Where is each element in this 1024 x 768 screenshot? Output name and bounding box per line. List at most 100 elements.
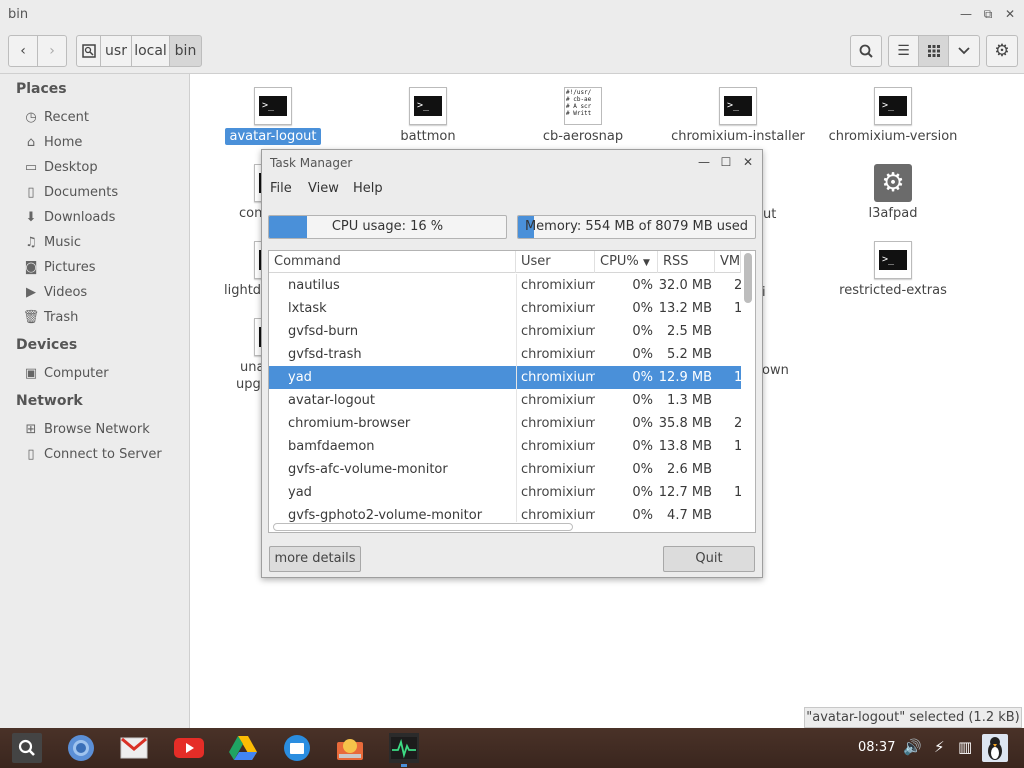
table-row[interactable]: yad chromixium 0% 12.7 MB 1	[269, 481, 741, 504]
minimize-icon[interactable]: —	[696, 154, 712, 170]
gear-icon: ⚙	[874, 164, 912, 202]
file-item[interactable]: ⚙ l3afpad	[815, 151, 971, 229]
file-item[interactable]: >_ avatar-logout	[195, 74, 351, 152]
sidebar-item-downloads[interactable]: ⬇ Downloads	[24, 206, 116, 228]
sidebar-item-label: Music	[44, 234, 81, 250]
table-row[interactable]: gvfs-afc-volume-monitor chromixium 0% 2.6 M…	[269, 458, 741, 481]
clock[interactable]: 08:37	[858, 740, 895, 755]
sidebar-item-label: Browse Network	[44, 421, 150, 437]
chevron-left-icon: ‹	[20, 43, 26, 59]
menu-file[interactable]: File	[270, 181, 292, 196]
drive-button[interactable]	[228, 733, 258, 763]
sidebar-item-label: Videos	[44, 284, 88, 300]
back-button[interactable]: ‹	[8, 35, 38, 67]
sidebar-item-home[interactable]: ⌂ Home	[24, 131, 83, 153]
file-name: avatar-logout	[225, 128, 321, 145]
quit-button[interactable]: Quit	[663, 546, 755, 572]
cell-command: gvfsd-burn	[288, 324, 359, 339]
close-icon[interactable]: ✕	[740, 154, 756, 170]
task-manager-button[interactable]	[389, 733, 419, 763]
terminal-icon: >_	[719, 87, 757, 125]
breadcrumb-usr[interactable]: usr	[100, 35, 132, 67]
table-row[interactable]: yad chromixium 0% 12.9 MB 1	[269, 366, 741, 389]
more-details-button[interactable]: more details	[269, 546, 361, 572]
files-button[interactable]	[282, 733, 312, 763]
cell-cpu: 0%	[632, 370, 653, 385]
search-button[interactable]	[850, 35, 882, 67]
cell-vm	[734, 343, 741, 366]
folder-icon	[284, 735, 310, 761]
file-name[interactable]: ut	[763, 207, 776, 222]
file-item[interactable]: >_ chromixium-installer	[660, 74, 816, 152]
column-user[interactable]: User	[516, 251, 595, 273]
file-item[interactable]: >_ restricted-extras	[815, 228, 971, 306]
cell-vm: 1	[734, 366, 741, 389]
sidebar-item-trash[interactable]: 🗑 Trash	[22, 306, 79, 328]
power-icon[interactable]: ⚡	[934, 738, 945, 756]
sidebar-item-browse-network[interactable]: ⊞ Browse Network	[24, 418, 150, 440]
column-vm[interactable]: VM	[715, 251, 741, 273]
table-row[interactable]: gvfs-gphoto2-volume-monitor chromixium 0% 4…	[269, 504, 741, 522]
table-row[interactable]: lxtask chromixium 0% 13.2 MB 1	[269, 297, 741, 320]
sort-down-icon: ▼	[642, 258, 650, 268]
cell-cpu: 0%	[632, 393, 653, 408]
cell-vm	[734, 458, 741, 481]
table-row[interactable]: nautilus chromixium 0% 32.0 MB 2	[269, 274, 741, 297]
table-row[interactable]: gvfsd-burn chromixium 0% 2.5 MB	[269, 320, 741, 343]
file-item[interactable]: >_ chromixium-version	[815, 74, 971, 152]
sidebar-item-music[interactable]: ♫ Music	[24, 231, 81, 253]
column-rss[interactable]: RSS	[658, 251, 715, 273]
table-row[interactable]: avatar-logout chromixium 0% 1.3 MB	[269, 389, 741, 412]
breadcrumb-bin[interactable]: bin	[169, 35, 202, 67]
list-view-button[interactable]: ☰	[888, 35, 919, 67]
column-command[interactable]: Command	[269, 251, 516, 273]
vertical-scrollbar[interactable]	[744, 253, 752, 303]
location-toggle-button[interactable]	[76, 35, 101, 67]
maximize-icon[interactable]: ☐	[718, 154, 734, 170]
youtube-button[interactable]	[174, 733, 204, 763]
view-options-button[interactable]	[948, 35, 980, 67]
minimize-icon[interactable]: —	[958, 6, 974, 22]
column-cpu[interactable]: CPU% ▼	[595, 251, 658, 273]
grid-view-button[interactable]	[918, 35, 949, 67]
breadcrumb-local[interactable]: local	[131, 35, 170, 67]
sidebar-item-pictures[interactable]: ◙ Pictures	[24, 256, 96, 278]
close-icon[interactable]: ✕	[1002, 6, 1018, 22]
file-item[interactable]: >_ battmon	[350, 74, 506, 152]
sidebar-item-connect-server[interactable]: ▯ Connect to Server	[24, 443, 161, 465]
cell-rss: 13.2 MB	[658, 301, 712, 316]
chromium-button[interactable]	[66, 733, 96, 763]
cell-vm	[734, 320, 741, 343]
sidebar-item-documents[interactable]: ▯ Documents	[24, 181, 118, 203]
column-cpu-label: CPU%	[600, 254, 639, 269]
headphones-icon: ♫	[25, 234, 37, 250]
launcher-button[interactable]	[12, 733, 42, 763]
maximize-icon[interactable]: ⧉	[980, 6, 996, 22]
cell-rss: 12.7 MB	[658, 485, 712, 500]
cell-vm: 1	[734, 435, 741, 458]
sidebar-item-computer[interactable]: ▣ Computer	[24, 362, 109, 384]
search-icon	[859, 44, 873, 58]
settings-button[interactable]: ⚙	[986, 35, 1018, 67]
terminal-icon: >_	[874, 241, 912, 279]
file-item[interactable]: #!/usr/ # cb-ae # A scr # Writt cb-aeros…	[505, 74, 661, 152]
sidebar-item-recent[interactable]: ◷ Recent	[24, 106, 89, 128]
menu-help[interactable]: Help	[353, 181, 383, 196]
software-center-button[interactable]	[335, 733, 365, 763]
forward-button[interactable]: ›	[37, 35, 67, 67]
table-row[interactable]: gvfsd-trash chromixium 0% 5.2 MB	[269, 343, 741, 366]
network-status-icon[interactable]: ▥	[958, 738, 972, 756]
table-row[interactable]: bamfdaemon chromixium 0% 13.8 MB 1	[269, 435, 741, 458]
gmail-button[interactable]	[119, 733, 149, 763]
horizontal-scrollbar[interactable]	[273, 523, 573, 531]
trash-icon: 🗑	[22, 309, 40, 325]
table-row[interactable]: chromium-browser chromixium 0% 35.8 MB 2	[269, 412, 741, 435]
file-name[interactable]: own	[762, 363, 789, 378]
volume-icon[interactable]: 🔊	[903, 738, 922, 756]
cell-user: chromixium	[516, 389, 595, 412]
sidebar-item-desktop[interactable]: ▭ Desktop	[24, 156, 98, 178]
file-name: battmon	[400, 129, 456, 144]
avatar[interactable]	[982, 734, 1008, 762]
sidebar-item-videos[interactable]: ▶ Videos	[24, 281, 87, 303]
menu-view[interactable]: View	[308, 181, 339, 196]
